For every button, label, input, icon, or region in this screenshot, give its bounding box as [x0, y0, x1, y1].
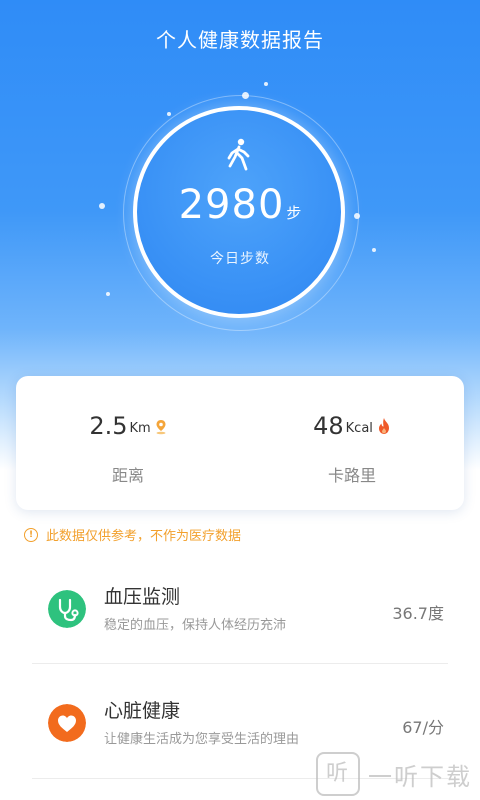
- watermark-text: 一听下载: [368, 762, 472, 791]
- list-item-title: 心脏健康: [104, 700, 181, 722]
- location-pin-icon: [156, 420, 166, 435]
- list-item-description: 让健康生活成为您享受生活的理由: [104, 732, 300, 747]
- watermark-logo: 听: [316, 752, 360, 796]
- decor-dot: [167, 112, 171, 116]
- step-count-value: 2980: [178, 182, 285, 228]
- step-count: 2980 步: [0, 182, 480, 228]
- stethoscope-icon: [48, 590, 86, 628]
- distance-value: 2.5: [89, 412, 128, 440]
- step-count-unit: 步: [286, 204, 302, 222]
- watermark: 听 一听下载: [316, 752, 472, 796]
- calorie-value: 48: [313, 412, 344, 440]
- health-report-screen: 个人健康数据报告 2980 步 今日步数 2.5 Km 距离 48 Kcal 卡…: [0, 0, 480, 800]
- distance-value-line: 2.5 Km: [89, 412, 166, 440]
- calorie-value-line: 48 Kcal: [313, 412, 391, 440]
- list-item-blood-pressure[interactable]: 血压监测 稳定的血压，保持人体经历充沛 36.7度: [32, 570, 448, 650]
- page-title: 个人健康数据报告: [156, 28, 324, 52]
- decor-dot: [106, 292, 110, 296]
- info-icon: !: [24, 527, 38, 542]
- calorie-stat: 48 Kcal 卡路里: [240, 412, 464, 486]
- heart-icon: [48, 704, 86, 742]
- flame-icon: [378, 418, 389, 434]
- list-item-value: 67/分: [402, 718, 444, 737]
- decor-dot: [264, 82, 268, 86]
- list-divider: [32, 663, 448, 664]
- calorie-label: 卡路里: [327, 466, 376, 485]
- list-item-value: 36.7度: [392, 604, 444, 623]
- list-item-title: 血压监测: [104, 586, 181, 608]
- disclaimer: ! 此数据仅供参考，不作为医疗数据: [24, 525, 241, 544]
- calorie-unit: Kcal: [345, 421, 373, 436]
- walking-person-icon: [227, 138, 250, 171]
- stats-card: 2.5 Km 距离 48 Kcal 卡路里: [16, 376, 464, 510]
- distance-unit: Km: [129, 421, 151, 436]
- distance-label: 距离: [111, 466, 144, 485]
- step-count-label: 今日步数: [210, 251, 270, 267]
- distance-stat: 2.5 Km 距离: [16, 412, 240, 486]
- disclaimer-text: 此数据仅供参考，不作为医疗数据: [46, 529, 242, 544]
- list-item-description: 稳定的血压，保持人体经历充沛: [104, 618, 287, 633]
